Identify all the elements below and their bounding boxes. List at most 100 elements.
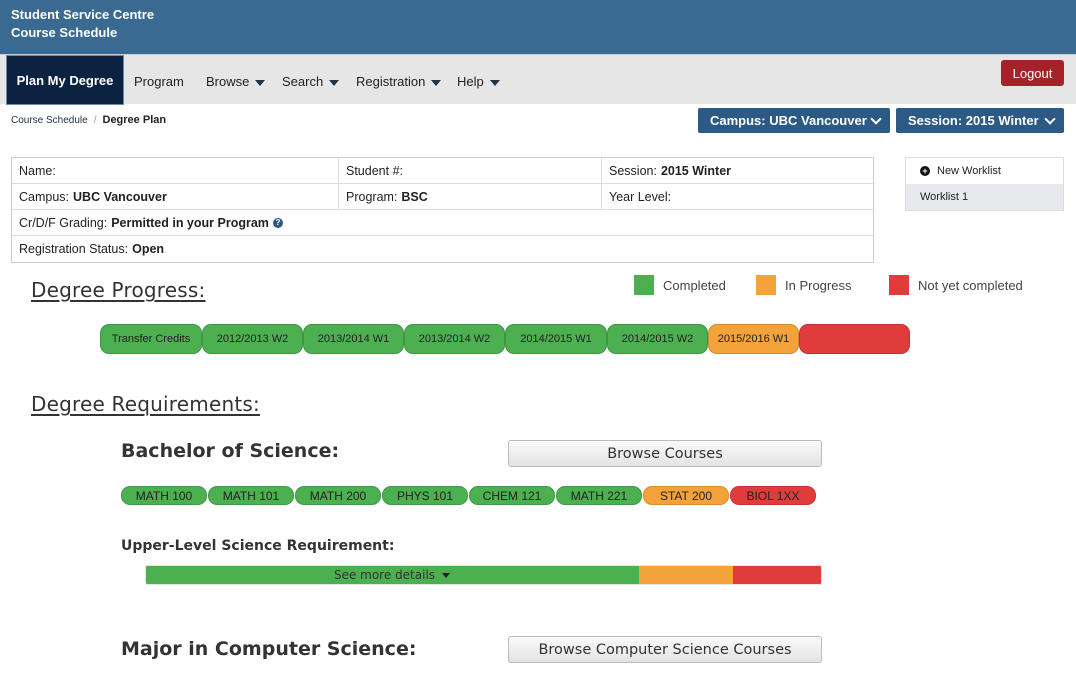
session-cell: Session: 2015 Winter <box>602 158 873 183</box>
year-level-label: Year Level: <box>609 189 672 204</box>
course-pill[interactable]: STAT 200 <box>643 486 729 505</box>
grading-cell: Cr/D/F Grading: Permitted in your Program… <box>12 210 873 235</box>
breadcrumb-separator: / <box>93 114 97 126</box>
worklist-item-label: Worklist 1 <box>920 191 969 203</box>
upper-level-remaining-segment <box>733 566 821 584</box>
campus-select[interactable]: Campus: UBC Vancouver <box>698 108 890 133</box>
site-subtitle[interactable]: Course Schedule <box>11 25 117 40</box>
campus-select-label: Campus: UBC Vancouver <box>710 113 867 128</box>
nav-registration-label: Registration <box>356 74 426 89</box>
campus-label: Campus: <box>19 189 70 204</box>
plus-icon: + <box>920 166 930 176</box>
registration-status-cell: Registration Status: Open <box>12 236 873 262</box>
nav-program[interactable]: Program <box>134 74 184 89</box>
registration-status-value: Open <box>132 242 165 256</box>
main-nav: Plan My Degree Program Browse Search Reg… <box>0 54 1076 105</box>
program-cell: Program: BSC <box>339 184 602 209</box>
top-banner: Student Service Centre Course Schedule <box>0 0 1076 54</box>
legend-swatch <box>634 275 654 295</box>
nav-help-label: Help <box>457 74 484 89</box>
degree-progress-bar: Transfer Credits 2012/2013 W2 2013/2014 … <box>100 324 912 354</box>
chevron-down-icon <box>489 79 500 86</box>
progress-term[interactable]: 2015/2016 W1 <box>708 324 799 354</box>
legend-label: Not yet completed <box>918 277 1023 293</box>
legend-label: Completed <box>663 277 726 293</box>
nav-search[interactable]: Search <box>282 74 340 89</box>
course-pill[interactable]: BIOL 1XX <box>730 486 816 505</box>
name-label: Name: <box>19 163 56 178</box>
legend-swatch <box>889 275 909 295</box>
progress-term[interactable]: 2012/2013 W2 <box>202 324 303 354</box>
chevron-down-icon <box>329 79 340 86</box>
legend-in-progress: In Progress <box>756 275 851 295</box>
course-pill[interactable]: CHEM 121 <box>469 486 555 505</box>
session-value: 2015 Winter <box>660 163 732 178</box>
nav-search-label: Search <box>282 74 324 89</box>
registration-status-label: Registration Status: <box>19 242 129 256</box>
chevron-down-icon <box>1044 112 1056 125</box>
grading-value: Permitted in your Program <box>111 215 269 230</box>
name-cell: Name: <box>12 158 339 183</box>
progress-term[interactable]: 2014/2015 W2 <box>607 324 708 354</box>
worklist-item[interactable]: Worklist 1 <box>906 184 1063 210</box>
nav-browse-label: Browse <box>206 74 250 89</box>
course-pill[interactable]: MATH 200 <box>295 486 381 505</box>
worklist-panel: + New Worklist Worklist 1 <box>905 157 1064 211</box>
help-icon[interactable]: ? <box>272 217 283 228</box>
session-select-label: Session: 2015 Winter <box>908 113 1039 128</box>
see-more-details-toggle[interactable]: See more details <box>145 565 639 585</box>
year-level-cell: Year Level: <box>602 184 873 209</box>
legend-not-completed: Not yet completed <box>889 275 1023 295</box>
course-pill[interactable]: MATH 221 <box>556 486 642 505</box>
course-pill[interactable]: PHYS 101 <box>382 486 468 505</box>
degree-progress-title: Degree Progress: <box>31 278 206 302</box>
new-worklist-button[interactable]: + New Worklist <box>906 158 1063 184</box>
nav-program-label: Program <box>134 74 184 89</box>
breadcrumb: Course Schedule / Degree Plan <box>11 114 166 126</box>
breadcrumb-current: Degree Plan <box>102 114 167 126</box>
bsc-title: Bachelor of Science: <box>121 440 340 462</box>
student-number-cell: Student #: <box>339 158 602 183</box>
session-label: Session: <box>609 163 657 178</box>
info-row: Campus: UBC Vancouver Program: BSC Year Le… <box>12 184 873 210</box>
browse-cs-courses-button[interactable]: Browse Computer Science Courses <box>508 636 822 663</box>
progress-term[interactable]: 2014/2015 W1 <box>505 324 607 354</box>
grading-label: Cr/D/F Grading: <box>19 215 108 230</box>
nav-plan-my-degree[interactable]: Plan My Degree <box>6 55 124 105</box>
campus-value: UBC Vancouver <box>73 189 167 204</box>
chevron-down-icon <box>255 79 266 86</box>
course-pill[interactable]: MATH 100 <box>121 486 207 505</box>
progress-term[interactable]: 2013/2014 W2 <box>404 324 505 354</box>
breadcrumb-course-schedule[interactable]: Course Schedule <box>11 115 88 126</box>
major-title: Major in Computer Science: <box>121 638 417 660</box>
degree-requirements-title: Degree Requirements: <box>31 392 260 416</box>
see-more-label: See more details <box>333 568 436 582</box>
student-number-label: Student #: <box>346 163 403 178</box>
progress-term[interactable]: 2013/2014 W1 <box>303 324 404 354</box>
course-pill[interactable]: MATH 101 <box>208 486 294 505</box>
legend-completed: Completed <box>634 275 726 295</box>
legend-label: In Progress <box>785 277 852 293</box>
info-row: Registration Status: Open <box>12 236 873 262</box>
nav-registration[interactable]: Registration <box>356 74 442 89</box>
new-worklist-label: New Worklist <box>937 165 1001 177</box>
nav-help[interactable]: Help <box>457 74 500 89</box>
upper-level-label: Upper-Level Science Requirement: <box>121 538 395 554</box>
legend-swatch <box>756 275 776 295</box>
program-label: Program: <box>346 189 398 204</box>
logout-button[interactable]: Logout <box>1001 60 1064 86</box>
progress-term[interactable] <box>799 324 910 354</box>
site-title[interactable]: Student Service Centre <box>11 7 154 22</box>
upper-level-in-progress-segment <box>638 566 734 584</box>
info-row: Cr/D/F Grading: Permitted in your Program… <box>12 210 873 236</box>
progress-term[interactable]: Transfer Credits <box>100 324 202 354</box>
nav-browse[interactable]: Browse <box>206 74 266 89</box>
info-row: Name: Student #: Session: 2015 Winter <box>12 158 873 184</box>
campus-cell: Campus: UBC Vancouver <box>12 184 339 209</box>
bsc-course-list: MATH 100 MATH 101 MATH 200 PHYS 101 CHEM… <box>121 486 817 505</box>
program-value: BSC <box>401 189 428 204</box>
student-info-table: Name: Student #: Session: 2015 Winter Cam… <box>11 157 874 263</box>
session-select[interactable]: Session: 2015 Winter <box>896 108 1064 133</box>
caret-down-icon <box>442 572 451 578</box>
browse-courses-button[interactable]: Browse Courses <box>508 440 822 467</box>
